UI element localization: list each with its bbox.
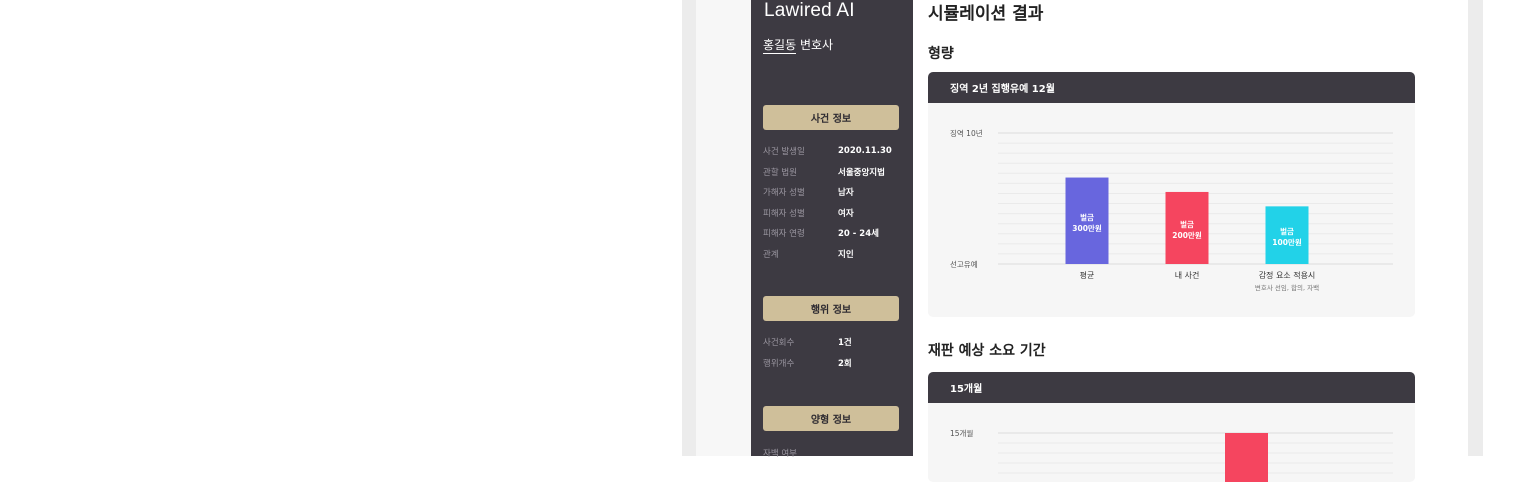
page-title: 시뮬레이션 결과 — [928, 4, 1044, 24]
list-item: 관계 지인 — [763, 249, 854, 260]
list-item: 사건회수 1건 — [763, 338, 852, 349]
x-tick-sublabel: 변호사 선임, 합의, 자백 — [1255, 283, 1319, 292]
act-info-button[interactable]: 행위 정보 — [763, 296, 899, 321]
user-profile[interactable]: 홍길동 변호사 — [763, 36, 834, 54]
case-info-button[interactable]: 사건 정보 — [763, 105, 899, 130]
main-content: 시뮬레이션 결과 형량 징역 2년 집행유예 12월 징역 10년 선고유예 벌금 3… — [913, 0, 1468, 482]
list-item: 관할 법원 서울중앙지법 — [763, 167, 885, 178]
bar — [1225, 433, 1268, 482]
x-tick-label: 감정 요소 적용시 — [1259, 270, 1316, 280]
list-item: 행위개수 2회 — [763, 358, 852, 369]
x-tick-label: 평균 — [1080, 270, 1095, 280]
sentence-info-list: 자백 여부 — [763, 443, 913, 464]
list-item: 피해자 연령 20 - 24세 — [763, 229, 879, 240]
bar-value-label: 200만원 — [1172, 230, 1202, 240]
bar-label: 벌금 — [1080, 212, 1094, 222]
act-info-list: 사건회수 1건 행위개수 2회 — [763, 332, 913, 373]
case-info-list: 사건 발생일 2020.11.30 관할 법원 서울중앙지법 가해자 성별 남자 피해… — [763, 141, 913, 264]
y-tick-label: 선고유예 — [950, 259, 978, 269]
list-item: 사건 발생일 2020.11.30 — [763, 146, 892, 158]
duration-chart: 15개월 — [950, 428, 1393, 482]
user-title: 변호사 — [796, 38, 834, 52]
list-item: 가해자 성별 남자 — [763, 188, 854, 199]
list-item: 피해자 성별 여자 — [763, 208, 854, 219]
sidebar: Lawired AI 홍길동 변호사 사건 정보 사건 발생일 2020.11.3… — [751, 0, 913, 459]
bar-value-label: 300만원 — [1072, 223, 1102, 233]
brand-logo: Lawired AI — [764, 0, 855, 21]
sentence-chart-card: 징역 2년 집행유예 12월 징역 10년 선고유예 벌금 300만원 평균 벌금 200만… — [928, 72, 1415, 317]
y-tick-label: 15개월 — [950, 428, 973, 438]
sentence-heading: 형량 — [928, 46, 954, 62]
left-margin — [696, 0, 751, 456]
bar-value-label: 100만원 — [1272, 237, 1302, 247]
sentence-info-button[interactable]: 양형 정보 — [763, 406, 899, 431]
sentence-card-title: 징역 2년 집행유예 12월 — [928, 72, 1415, 103]
y-tick-label: 징역 10년 — [950, 128, 983, 138]
user-name[interactable]: 홍길동 — [763, 38, 797, 54]
bar-label: 벌금 — [1280, 226, 1294, 236]
duration-heading: 재판 예상 소요 기간 — [928, 343, 1046, 359]
list-item: 자백 여부 — [763, 449, 797, 460]
x-tick-label: 내 사건 — [1175, 270, 1200, 280]
sentence-chart: 징역 10년선고유예벌금300만원평균벌금200만원내 사건벌금100만원감정 … — [950, 128, 1393, 292]
duration-card-title: 15개월 — [928, 372, 1415, 403]
bar-label: 벌금 — [1180, 219, 1194, 229]
duration-chart-card: 15개월 15개월 — [928, 372, 1415, 482]
